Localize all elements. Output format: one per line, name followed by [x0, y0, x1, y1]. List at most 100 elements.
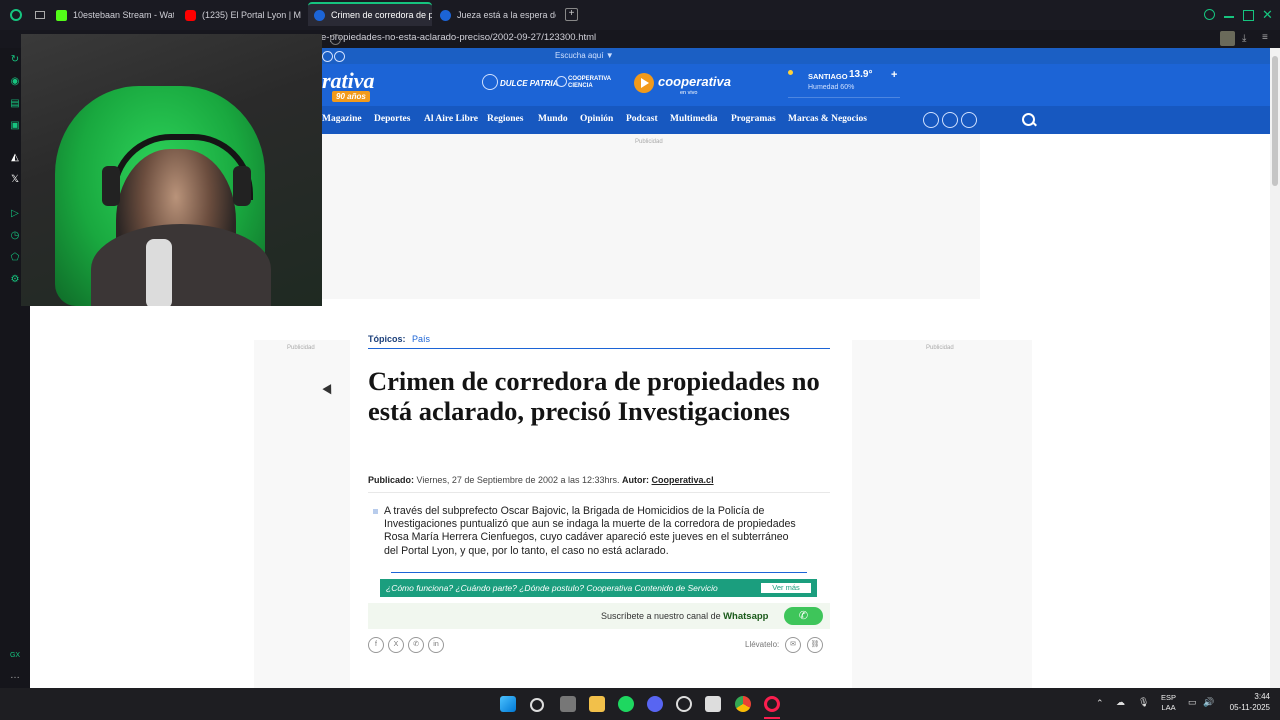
obs-icon[interactable]	[676, 696, 692, 712]
tab-overview-icon[interactable]	[35, 11, 45, 19]
new-tab-button[interactable]: +	[565, 8, 578, 21]
minimize-icon[interactable]	[1224, 16, 1234, 18]
chrome-icon[interactable]	[735, 696, 751, 712]
article-lead: A través del subprefecto Oscar Bajovic, …	[384, 505, 796, 557]
email-icon[interactable]: ✉	[785, 637, 801, 653]
divider	[368, 492, 830, 493]
nav-magazine[interactable]: Magazine	[322, 114, 362, 124]
cooperativa-live-logo[interactable]: cooperativa	[658, 74, 731, 89]
tab-crimen[interactable]: Crimen de corredora de p	[308, 2, 432, 26]
display-icon[interactable]: ▭	[1188, 697, 1197, 708]
windows-start-icon[interactable]	[500, 696, 516, 712]
whatsapp-box: Suscríbete a nuestro canal de Whatsapp ✆	[368, 603, 830, 629]
menu-icon[interactable]: ≡	[1262, 32, 1268, 43]
history-icon[interactable]: ◷	[9, 230, 21, 242]
divider	[368, 348, 830, 349]
nav-podcast[interactable]: Podcast	[626, 114, 658, 124]
nav-programas[interactable]: Programas	[731, 114, 776, 124]
tab-label: (1235) El Portal Lyon | Me	[202, 10, 301, 20]
right-ad: Publicidad	[852, 340, 1032, 688]
nav-al-aire-libre[interactable]: Al Aire Libre	[424, 114, 478, 124]
kick-icon	[56, 9, 67, 21]
nav-multimedia[interactable]: Multimedia	[670, 114, 718, 124]
coop-circle-icon[interactable]	[942, 112, 958, 128]
dulce-patria-logo[interactable]: DULCE PATRIA	[500, 79, 558, 88]
scrollbar[interactable]	[1270, 48, 1280, 688]
gx-label[interactable]: GX	[9, 650, 21, 662]
profile-avatar[interactable]	[1220, 31, 1235, 46]
promo-banner[interactable]: ¿Cómo funciona? ¿Cuándo parte? ¿Dónde po…	[380, 579, 817, 597]
ad-label: Publicidad	[287, 345, 315, 351]
messenger-icon[interactable]: ▣	[9, 120, 21, 132]
opera-gx-logo-icon[interactable]	[10, 9, 22, 21]
settings-icon[interactable]	[334, 51, 345, 62]
nav-regiones[interactable]: Regiones	[487, 114, 523, 124]
task-view-icon[interactable]	[560, 696, 576, 712]
accessibility-icon[interactable]	[923, 112, 939, 128]
left-ad: Publicidad	[254, 340, 350, 688]
notepad-icon[interactable]	[705, 696, 721, 712]
opera-gx-icon[interactable]	[764, 696, 780, 712]
clock[interactable]: 3:44 05-11-2025	[1230, 691, 1270, 713]
facebook-share-icon[interactable]: f	[368, 637, 384, 653]
whatsapp-icon: ✆	[798, 610, 809, 622]
x-twitter-icon[interactable]: 𝕏	[9, 174, 21, 186]
whatsapp-share-icon[interactable]: ✆	[408, 637, 424, 653]
back-icon[interactable]: ↻	[9, 54, 21, 66]
microphone-icon	[146, 239, 172, 306]
volume-icon[interactable]: 🔊	[1203, 697, 1214, 708]
tab-kick[interactable]: 10estebaan Stream - Wat	[56, 4, 174, 26]
network-icon[interactable]: ☁	[1116, 697, 1125, 708]
search-icon[interactable]	[530, 698, 544, 712]
gx-corner-icon[interactable]: ▤	[9, 98, 21, 110]
lang-region: LAA	[1161, 703, 1176, 712]
nav-opinion[interactable]: Opinión	[580, 114, 613, 124]
file-explorer-icon[interactable]	[589, 696, 605, 712]
lead-bullet	[373, 509, 378, 514]
site-info-icon[interactable]	[330, 34, 341, 45]
copy-link-icon[interactable]: ⛓	[807, 637, 823, 653]
settings-icon[interactable]: ⚙	[9, 274, 21, 286]
spotify-icon[interactable]	[618, 696, 634, 712]
published-value: Viernes, 27 de Septiembre de 2002 a las …	[416, 475, 620, 485]
anniversary-badge: 90 años	[332, 91, 370, 102]
promo-ver-mas-button[interactable]: Ver más	[761, 583, 811, 593]
nav-deportes[interactable]: Deportes	[374, 114, 410, 124]
nav-marcas-negocios[interactable]: Marcas & Negocios	[788, 114, 867, 124]
more-icon[interactable]: …	[9, 670, 21, 682]
tab-jueza[interactable]: Jueza está a la espera de	[440, 4, 556, 26]
radio-icon[interactable]	[322, 51, 333, 62]
cooperativa-ciencia-logo[interactable]: COOPERATIVA CIENCIA	[568, 76, 611, 90]
chevron-up-icon[interactable]: ⌃	[1096, 698, 1104, 709]
clock-date: 05-11-2025	[1229, 703, 1270, 712]
live-label: en vivo	[680, 90, 698, 96]
nav-mundo[interactable]: Mundo	[538, 114, 568, 124]
search-icon-handle	[1032, 121, 1037, 127]
aria-icon[interactable]: ◭	[9, 152, 21, 164]
search-icon[interactable]	[1204, 9, 1215, 20]
download-icon[interactable]: ⤓	[1242, 33, 1246, 44]
language-indicator[interactable]: ESP LAA	[1161, 693, 1176, 713]
author-link[interactable]: Cooperativa.cl	[652, 475, 714, 485]
active-app-indicator	[764, 717, 780, 719]
microphone-icon[interactable]: 🎙	[1138, 697, 1149, 708]
close-icon[interactable]: ✕	[1262, 7, 1273, 23]
whatsapp-button[interactable]: ✆	[784, 607, 823, 625]
linkedin-share-icon[interactable]: in	[428, 637, 444, 653]
play-icon[interactable]	[634, 73, 654, 93]
url-text[interactable]: e-propiedades-no-esta-aclarado-preciso/2…	[321, 32, 596, 43]
tab-youtube[interactable]: (1235) El Portal Lyon | Me	[185, 4, 301, 26]
topics-label: Tópicos:	[368, 334, 406, 344]
scrollbar-thumb[interactable]	[1272, 56, 1278, 186]
maximize-icon[interactable]	[1243, 10, 1254, 21]
discord-icon[interactable]	[647, 696, 663, 712]
listen-label[interactable]: Escucha aquí ▼	[555, 51, 614, 60]
x-share-icon[interactable]: X	[388, 637, 404, 653]
menu-circle-icon[interactable]	[961, 112, 977, 128]
extensions-icon[interactable]: ⬠	[9, 252, 21, 264]
gx-control-icon[interactable]: ◉	[9, 76, 21, 88]
player-icon[interactable]: ▷	[9, 208, 21, 220]
weather-add-button[interactable]: +	[891, 69, 897, 81]
youtube-icon	[185, 9, 196, 21]
topic-link[interactable]: País	[412, 334, 430, 344]
